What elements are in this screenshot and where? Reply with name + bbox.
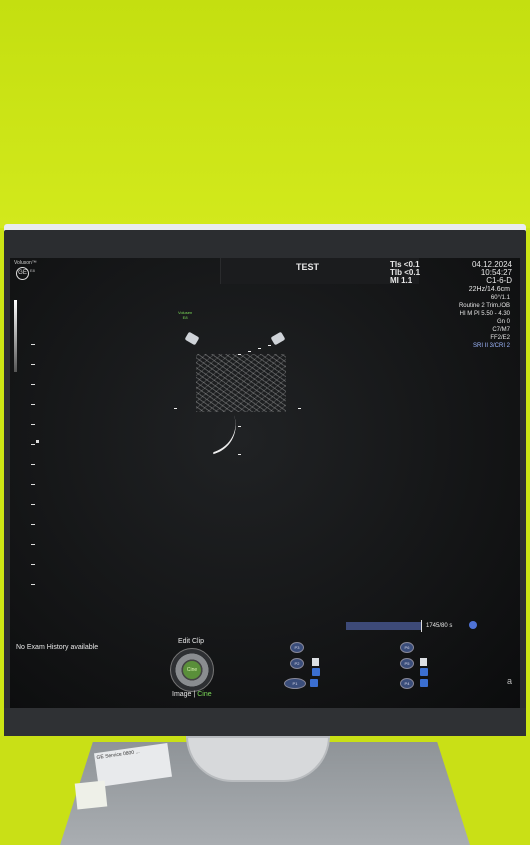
- scanline-dot: [298, 408, 301, 409]
- ultrasound-image[interactable]: [196, 354, 286, 412]
- grayscale-bar: [14, 300, 17, 372]
- preset-p5-button[interactable]: P5: [400, 658, 414, 669]
- brand-label: Voluson™: [14, 260, 37, 266]
- param-frame-depth: 22Hz/14.6cm: [468, 286, 510, 293]
- patient-name: TEST: [296, 262, 320, 272]
- preset-p1-button[interactable]: P1: [284, 678, 306, 689]
- settings-gear-icon[interactable]: [469, 621, 477, 629]
- save-icon[interactable]: [312, 668, 320, 676]
- corner-indicator: a: [507, 676, 513, 686]
- exam-history-status: No Exam History available: [16, 644, 99, 651]
- separator: |: [193, 691, 196, 698]
- monitor-bottom-bezel: [4, 708, 526, 736]
- probe-orientation-left-icon: [184, 331, 200, 346]
- edit-clip-label[interactable]: Edit Clip: [178, 638, 204, 645]
- depth-tick: [31, 484, 35, 485]
- depth-tick: [31, 424, 35, 425]
- save-icon[interactable]: [310, 679, 318, 687]
- depth-tick: [31, 564, 35, 565]
- depth-tick: [31, 544, 35, 545]
- document-icon[interactable]: [312, 658, 319, 666]
- depth-tick: [31, 584, 35, 585]
- monitor: Voluson™ GE E8 TEST TIs <0.1 TIb <0.1 MI…: [4, 230, 526, 736]
- volume-label-line2: E8: [182, 315, 188, 320]
- param-gain: Gn 0: [496, 319, 510, 325]
- depth-tick: [31, 444, 35, 445]
- scanline-dot: [238, 426, 241, 427]
- cine-label[interactable]: Cine: [197, 691, 211, 698]
- depth-tick: [31, 344, 35, 345]
- probe-orientation-right-icon: [270, 331, 286, 346]
- image-cine-toggle[interactable]: Image | Cine: [172, 691, 212, 698]
- model-label: E8: [30, 268, 35, 273]
- param-angle: 60°/1.1: [490, 295, 510, 301]
- scanline-dot: [258, 348, 261, 349]
- cine-cursor[interactable]: [421, 620, 422, 632]
- volume-label: Volusen E8: [178, 310, 192, 320]
- scanline-dot: [268, 345, 271, 346]
- param-map: C7/M7: [492, 327, 510, 333]
- scanline-dot: [248, 351, 251, 352]
- param-frequency: HI M PI 5.50 - 4.30: [459, 311, 510, 317]
- small-sticker: [74, 780, 108, 810]
- scanline-dot: [238, 354, 241, 355]
- depth-tick: [31, 504, 35, 505]
- param-sri: SRI II 3/CRI 2: [472, 343, 510, 349]
- preset-p2-button[interactable]: P2: [290, 658, 304, 669]
- cine-trackball-knob[interactable]: Cine: [170, 648, 214, 692]
- param-preset: Routine 2 Trim./OB: [458, 303, 510, 309]
- depth-tick: [31, 464, 35, 465]
- probe-label: C1-6-D: [486, 276, 512, 285]
- cine-progress-bar[interactable]: [346, 622, 422, 630]
- focus-marker-icon[interactable]: [36, 440, 39, 443]
- save-icon[interactable]: [420, 679, 428, 687]
- mechanical-index: MI 1.1: [390, 276, 413, 285]
- background-wall: [0, 0, 530, 228]
- depth-tick: [31, 364, 35, 365]
- preset-p6-button[interactable]: P6: [400, 642, 414, 653]
- depth-tick: [31, 384, 35, 385]
- param-filter: FF2/E2: [490, 335, 510, 341]
- depth-tick: [31, 524, 35, 525]
- cine-frame-count: 1745/80 s: [426, 623, 453, 629]
- depth-tick: [31, 404, 35, 405]
- scanline-dot: [174, 408, 177, 409]
- knob-cine-label: Cine: [183, 661, 201, 679]
- preset-p4-button[interactable]: P4: [400, 678, 414, 689]
- ultrasound-screen: Voluson™ GE E8 TEST TIs <0.1 TIb <0.1 MI…: [10, 258, 520, 708]
- image-label[interactable]: Image: [172, 691, 191, 698]
- save-icon[interactable]: [420, 668, 428, 676]
- document-icon[interactable]: [420, 658, 427, 666]
- preset-p3-button[interactable]: P3: [290, 642, 304, 653]
- ge-logo-icon: GE: [16, 267, 29, 280]
- scanline-dot: [238, 454, 241, 455]
